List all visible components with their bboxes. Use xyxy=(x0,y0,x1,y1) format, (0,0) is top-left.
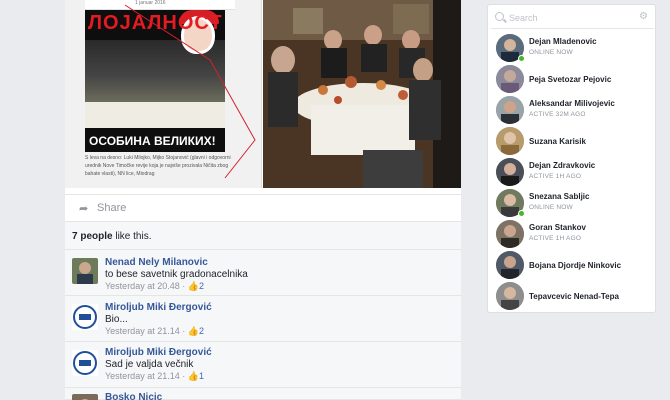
friend-status: ACTIVE 1H AGO xyxy=(529,173,582,180)
comment-separator: · xyxy=(179,281,188,291)
commenter-name[interactable]: Bosko Nicic xyxy=(105,392,162,400)
friend-avatar xyxy=(496,96,524,124)
poster-subtitle: ОСОБИНА ВЕЛИКИХ! xyxy=(89,134,216,148)
friend-item[interactable]: Dejan Zdravkovic ACTIVE 1H AGO xyxy=(491,157,654,188)
friend-item[interactable]: Suzana Karisik xyxy=(491,126,654,157)
friend-name: Suzana Karisik xyxy=(529,137,586,146)
friend-item[interactable]: Peja Svetozar Pejovic xyxy=(491,64,654,95)
chat-search-input[interactable] xyxy=(509,11,629,25)
comment-text: Sad je valjda večnik xyxy=(105,359,194,370)
friend-avatar xyxy=(496,282,524,310)
commenter-avatar[interactable] xyxy=(72,350,98,376)
poster-title: ЛОЈАЛНОСТ xyxy=(88,12,223,34)
friend-name: Peja Svetozar Pejovic xyxy=(529,75,612,84)
post-card: 1 januar 2016 ЛОЈАЛНОСТ ОСОБИНА ВЕЛИКИХ!… xyxy=(65,0,461,400)
friend-status: ACTIVE 1H AGO xyxy=(529,235,582,242)
friend-avatar xyxy=(496,65,524,93)
comment-time[interactable]: Yesterday at 21.14 xyxy=(105,371,180,381)
comment-like-count[interactable]: 1 xyxy=(199,371,204,381)
friend-name: Goran Stankov xyxy=(529,223,586,232)
comment-separator: · xyxy=(179,326,188,336)
friend-avatar xyxy=(496,127,524,155)
article-photo[interactable]: 1 januar 2016 ЛОЈАЛНОСТ ОСОБИНА ВЕЛИКИХ!… xyxy=(65,0,262,188)
comment-time[interactable]: Yesterday at 20.48 xyxy=(105,281,180,291)
comment-item: Miroljub Miki Đergović Sad je valjda več… xyxy=(65,342,461,388)
friend-item[interactable]: Snezana Sablјic ONLINE NOW xyxy=(491,188,654,219)
friend-name: Dejan Mladenovic xyxy=(529,37,597,46)
comment-item: Miroljub Miki Đergović Bio... Yesterday … xyxy=(65,296,461,342)
comment-meta: Yesterday at 21.14 · 👍2 xyxy=(105,326,204,337)
thumbs-up-icon[interactable]: 👍 xyxy=(188,371,199,381)
commenter-name[interactable]: Miroljub Miki Đergović xyxy=(105,347,212,358)
friend-status: ONLINE NOW xyxy=(529,49,573,56)
friend-item[interactable]: Bojana Djordje Ninkovic xyxy=(491,250,654,281)
friend-name: Dejan Zdravkovic xyxy=(529,161,596,170)
comment-item: Bosko Nicic xyxy=(65,388,461,400)
comment-like-count[interactable]: 2 xyxy=(199,281,204,291)
dinner-photo[interactable] xyxy=(263,0,461,188)
share-label: Share xyxy=(97,202,127,214)
article-date: 1 januar 2016 xyxy=(135,0,166,6)
share-button[interactable]: ➦ Share xyxy=(65,194,461,222)
article-caption: S leva na desno: Luki Milojko, Mijko Sto… xyxy=(85,155,231,177)
likes-suffix: like this. xyxy=(112,231,152,242)
gear-icon[interactable]: ⚙ xyxy=(639,11,648,22)
friend-name: Tepavcevic Nenad-Tepa xyxy=(529,292,619,301)
chat-sidebar: ⚙ Dejan Mladenovic ONLINE NOW Peja Sveto… xyxy=(487,4,656,313)
article-header: 1 januar 2016 xyxy=(85,0,235,10)
comment-text: to bese savetnik gradonacelnika xyxy=(105,269,248,280)
friend-name: Snezana Sablјic xyxy=(529,192,590,201)
likes-summary[interactable]: 7 people like this. xyxy=(65,222,461,250)
commenter-name[interactable]: Nenad Nely Milanovic xyxy=(105,257,208,268)
friend-status: ACTIVE 32M AGO xyxy=(529,111,586,118)
comment-separator: · xyxy=(179,371,188,381)
commenter-name[interactable]: Miroljub Miki Đergović xyxy=(105,302,212,313)
friend-item[interactable]: Tepavcevic Nenad-Tepa xyxy=(491,281,654,312)
friend-item[interactable]: Goran Stankov ACTIVE 1H AGO xyxy=(491,219,654,250)
friend-name: Aleksandar Milivojevic xyxy=(529,99,615,108)
comment-item: Nenad Nely Milanovic to bese savetnik gr… xyxy=(65,250,461,296)
chat-search: ⚙ xyxy=(491,7,654,29)
article-poster-image: ЛОЈАЛНОСТ ОСОБИНА ВЕЛИКИХ! xyxy=(85,10,225,152)
online-indicator xyxy=(518,210,525,217)
search-icon xyxy=(495,12,504,21)
friend-status: ONLINE NOW xyxy=(529,204,573,211)
friend-avatar xyxy=(496,251,524,279)
comment-like-count[interactable]: 2 xyxy=(199,326,204,336)
online-indicator xyxy=(518,55,525,62)
friend-name: Bojana Djordje Ninkovic xyxy=(529,261,622,270)
poster-table-image xyxy=(85,102,225,128)
friend-avatar xyxy=(496,220,524,248)
commenter-avatar[interactable] xyxy=(72,258,98,284)
friend-item[interactable]: Aleksandar Milivojevic ACTIVE 32M AGO xyxy=(491,95,654,126)
thumbs-up-icon[interactable]: 👍 xyxy=(188,326,199,336)
commenter-avatar[interactable] xyxy=(72,304,98,330)
friend-avatar xyxy=(496,158,524,186)
comment-meta: Yesterday at 21.14 · 👍1 xyxy=(105,371,204,382)
comment-meta: Yesterday at 20.48 · 👍2 xyxy=(105,281,204,292)
comment-time[interactable]: Yesterday at 21.14 xyxy=(105,326,180,336)
comment-text: Bio... xyxy=(105,314,128,325)
commenter-avatar[interactable] xyxy=(72,394,98,400)
thumbs-up-icon[interactable]: 👍 xyxy=(188,281,199,291)
friend-item[interactable]: Dejan Mladenovic ONLINE NOW xyxy=(491,33,654,64)
dinner-photo-illustration xyxy=(263,0,461,188)
share-arrow-icon: ➦ xyxy=(79,202,89,215)
post-photos: 1 januar 2016 ЛОЈАЛНОСТ ОСОБИНА ВЕЛИКИХ!… xyxy=(65,0,461,188)
likes-count[interactable]: 7 people xyxy=(72,231,113,242)
